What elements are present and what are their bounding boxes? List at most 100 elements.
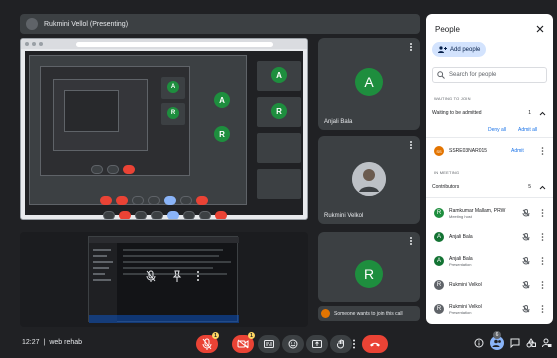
participant-name: Anjali Bala xyxy=(449,255,473,262)
emoji-icon xyxy=(288,339,298,349)
bottom-toolbar: 12:27 | web rehab 1 1 6 xyxy=(0,330,557,358)
mic-off-icon xyxy=(146,270,156,282)
people-icon xyxy=(492,339,502,347)
mic-off-icon[interactable] xyxy=(522,209,530,217)
more-options-icon[interactable] xyxy=(407,43,415,51)
hang-up-icon xyxy=(369,341,381,347)
contributors-count: 5 xyxy=(528,184,531,190)
present-button[interactable] xyxy=(306,335,328,353)
camera-toggle-button[interactable]: 1 xyxy=(232,332,255,353)
more-vert-icon[interactable] xyxy=(541,281,544,289)
participant-name: Ramkumar Mallam, PRW xyxy=(449,207,506,214)
more-vert-icon xyxy=(352,339,356,349)
participant-tile-r[interactable]: R xyxy=(318,232,420,302)
nested-share-4 xyxy=(64,90,119,132)
search-icon xyxy=(437,71,445,79)
search-placeholder: Search for people xyxy=(449,72,497,78)
presentation-view[interactable]: A R A R A R xyxy=(20,38,308,220)
chevron-up-icon xyxy=(537,111,547,116)
close-icon[interactable] xyxy=(535,24,545,34)
contributors-label: Contributors xyxy=(432,184,460,190)
contributors-row[interactable]: Contributors 5 xyxy=(432,184,547,190)
mic-off-icon xyxy=(202,338,212,350)
add-person-icon xyxy=(438,46,447,53)
presenting-icon xyxy=(26,18,38,30)
camera-badge: 1 xyxy=(248,332,255,339)
more-vert-icon[interactable] xyxy=(541,147,544,155)
avatar: R xyxy=(434,208,444,218)
more-vert-icon[interactable] xyxy=(541,233,544,241)
section-in-meeting: IN MEETING xyxy=(434,170,460,175)
participant-tile-rukmini[interactable]: Rukmini Velkol xyxy=(318,136,420,224)
emoji-button[interactable] xyxy=(282,335,304,353)
admit-all-button[interactable]: Admit all xyxy=(518,127,537,133)
shared-screen-content: A R A R A R xyxy=(25,51,303,219)
avatar: SS xyxy=(434,146,444,156)
more-vert-icon[interactable] xyxy=(541,305,544,313)
leave-call-button[interactable] xyxy=(362,335,388,353)
waiting-person-name: SSRE03NAR015 xyxy=(449,148,488,154)
participant-tile-anjali[interactable]: A Anjali Bala xyxy=(318,38,420,130)
waiting-label: Waiting to be admitted xyxy=(432,110,482,116)
participant-row[interactable]: R Rukmini Velkol xyxy=(434,276,548,294)
admit-button[interactable]: Admit xyxy=(511,148,524,154)
participant-row[interactable]: A Anjali Bala Presentation xyxy=(434,252,548,270)
shapes-icon xyxy=(526,338,536,348)
more-vert-icon[interactable] xyxy=(541,209,544,217)
participant-name: Anjali Bala xyxy=(449,234,473,240)
more-options-button[interactable] xyxy=(348,335,360,353)
participant-row[interactable]: R Rukmini Velkol Presentation xyxy=(434,300,548,318)
waiting-row[interactable]: Waiting to be admitted 1 xyxy=(432,110,547,116)
meeting-info: 12:27 | web rehab xyxy=(22,339,82,346)
people-button[interactable]: 6 xyxy=(490,331,504,350)
add-people-button[interactable]: Add people xyxy=(432,42,487,57)
avatar: A xyxy=(434,256,444,266)
meeting-code: web rehab xyxy=(49,339,83,346)
nested-share-1: A R A R xyxy=(29,55,247,205)
join-request-notification[interactable]: Someone wants to join this call xyxy=(318,306,420,321)
waiting-person-row: SS SSRE03NAR015 Admit xyxy=(434,142,548,160)
nested-share-2: A R xyxy=(40,66,190,176)
mic-off-icon[interactable] xyxy=(522,233,530,241)
avatar: R xyxy=(434,280,444,290)
lock-person-icon xyxy=(542,338,552,348)
more-options-icon[interactable] xyxy=(407,141,415,149)
section-waiting: WAITING TO JOIN xyxy=(434,96,471,101)
people-count: 6 xyxy=(493,331,501,339)
participant-row[interactable]: A Anjali Bala xyxy=(434,228,548,246)
avatar xyxy=(321,309,330,318)
more-options-icon[interactable] xyxy=(407,237,415,245)
nested-share-3 xyxy=(53,79,148,151)
mic-toggle-button[interactable]: 1 xyxy=(196,332,219,353)
mic-off-icon[interactable] xyxy=(522,305,530,313)
browser-chrome xyxy=(21,39,307,49)
host-controls-button[interactable] xyxy=(540,336,554,350)
captions-icon xyxy=(264,340,274,348)
people-search-input[interactable]: Search for people xyxy=(432,67,547,83)
secondary-presentation-tile[interactable] xyxy=(20,232,308,327)
avatar: A xyxy=(434,232,444,242)
more-vert-icon[interactable] xyxy=(541,257,544,265)
mic-badge: 1 xyxy=(212,332,219,339)
pin-icon[interactable] xyxy=(172,270,182,282)
deny-all-button[interactable]: Deny all xyxy=(488,127,506,133)
presenter-banner-text: Rukmini Vellol (Presenting) xyxy=(44,20,129,28)
participant-role: Meeting host xyxy=(449,213,472,219)
participant-role: Presentation xyxy=(449,309,472,315)
people-panel: People Add people Search for people WAIT… xyxy=(426,14,553,324)
participant-row[interactable]: R Ramkumar Mallam, PRW Meeting host xyxy=(434,204,548,222)
mic-off-icon[interactable] xyxy=(522,281,530,289)
hand-icon xyxy=(336,339,346,349)
info-icon xyxy=(474,338,484,348)
more-options-icon[interactable] xyxy=(196,270,200,282)
participant-name: Rukmini Velkol xyxy=(324,213,364,219)
avatar: R xyxy=(434,304,444,314)
activities-button[interactable] xyxy=(524,336,538,350)
chevron-up-icon xyxy=(537,185,547,190)
notification-text: Someone wants to join this call xyxy=(334,310,403,317)
camera-off-icon xyxy=(237,339,249,349)
captions-button[interactable] xyxy=(258,335,280,353)
mic-off-icon[interactable] xyxy=(522,257,530,265)
meeting-details-button[interactable] xyxy=(472,336,486,350)
chat-button[interactable] xyxy=(508,336,522,350)
